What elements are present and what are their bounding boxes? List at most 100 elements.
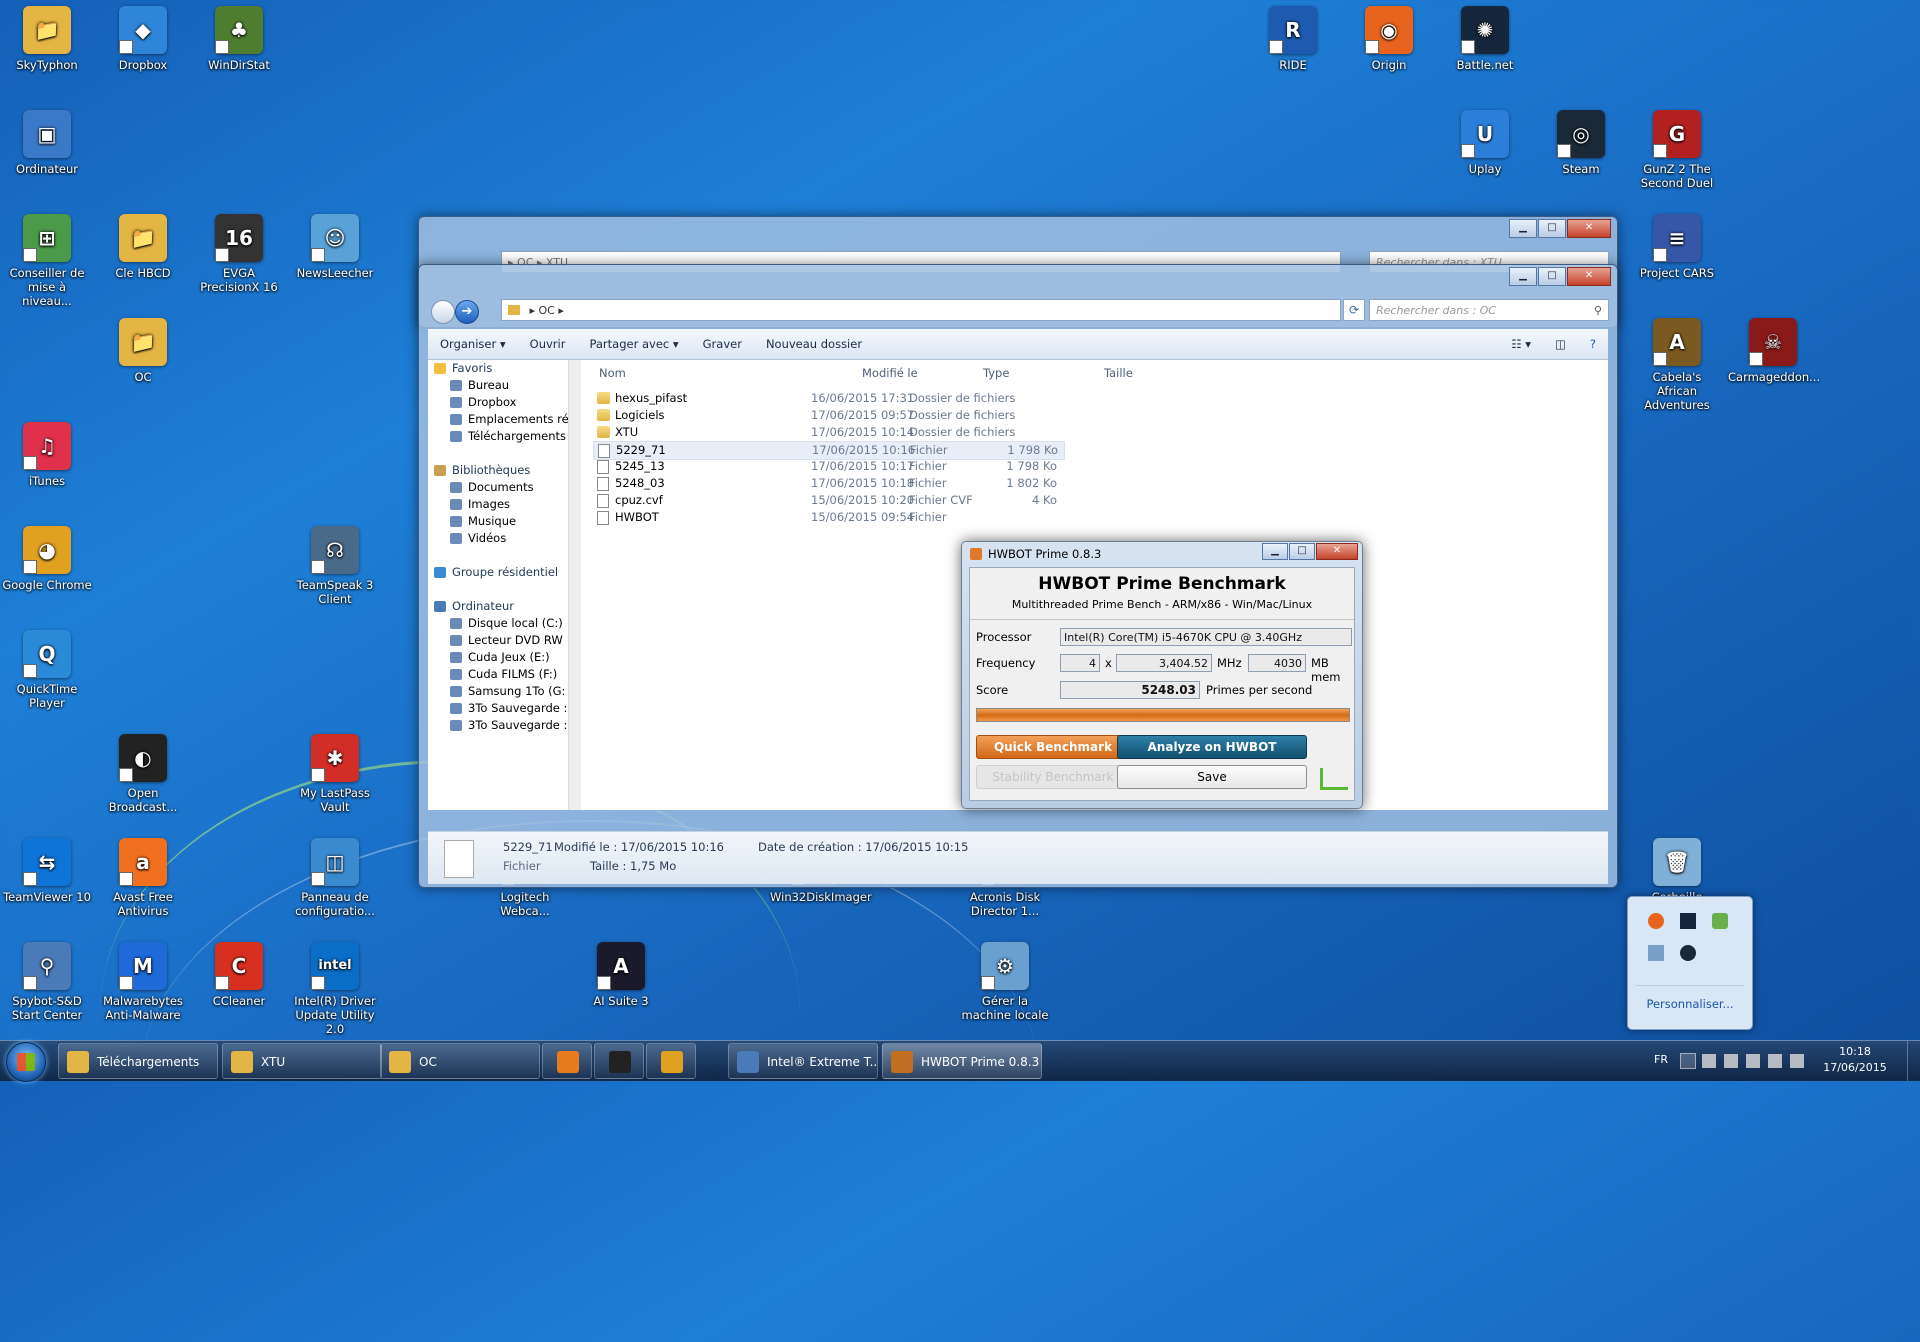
- maximize-button[interactable]: □: [1538, 219, 1566, 238]
- tray-icon-origin[interactable]: [1648, 913, 1664, 929]
- nav-item-images[interactable]: Images: [428, 496, 568, 513]
- forward-button[interactable]: ➔: [455, 300, 479, 324]
- tray-icon-network[interactable]: [1648, 945, 1664, 961]
- nav-item-lecteur-dvd-rw[interactable]: Lecteur DVD RW: [428, 632, 568, 649]
- file-row[interactable]: hexus_pifast 16/06/2015 17:31 Dossier de f…: [593, 390, 1063, 407]
- desktop-icon-origin[interactable]: ◉ Origin: [1344, 6, 1434, 72]
- nav-item-emplacements-r-[interactable]: Emplacements ré: [428, 411, 568, 428]
- desktop-icon-battle-net[interactable]: ✺ Battle.net: [1440, 6, 1530, 72]
- cores-field[interactable]: [1060, 654, 1100, 672]
- nav-scrollbar[interactable]: [568, 360, 581, 810]
- nav-item-biblioth-ques[interactable]: Bibliothèques: [428, 462, 568, 479]
- nav-item-disque-local-c-[interactable]: Disque local (C:): [428, 615, 568, 632]
- desktop-icon-my-lastpass-vault[interactable]: ✱ My LastPass Vault: [290, 734, 380, 814]
- back-button[interactable]: [431, 300, 455, 324]
- desktop-icon-skytyphon[interactable]: 📁 SkyTyphon: [2, 6, 92, 72]
- close-button[interactable]: ✕: [1316, 543, 1358, 560]
- desktop-icon-open-broadcast[interactable]: ◐ Open Broadcast...: [98, 734, 188, 814]
- desktop-icon-ai-suite-3[interactable]: A AI Suite 3: [576, 942, 666, 1008]
- file-row[interactable]: 5245_13 17/06/2015 10:17 Fichier 1 798 Ko: [593, 458, 1063, 475]
- desktop-icon-conseiller-de-mise-niveau[interactable]: ⊞ Conseiller de mise à niveau...: [2, 214, 92, 308]
- desktop-icon-avast-free-antivirus[interactable]: a Avast Free Antivirus: [98, 838, 188, 918]
- nav-item-vid-os[interactable]: Vidéos: [428, 530, 568, 547]
- nav-item-cuda-jeux-e-[interactable]: Cuda Jeux (E:): [428, 649, 568, 666]
- address-bar[interactable]: ▸ OC ▸: [501, 299, 1341, 321]
- desktop-icon-panneau-de-configuratio[interactable]: ◫ Panneau de configuratio...: [290, 838, 380, 918]
- clock-date[interactable]: 17/06/2015: [1810, 1061, 1900, 1074]
- processor-field[interactable]: [1060, 628, 1352, 646]
- tray-expand-icon[interactable]: [1680, 1053, 1696, 1069]
- file-row[interactable]: HWBOT 15/06/2015 09:54 Fichier: [593, 509, 1063, 526]
- desktop-icon-ride[interactable]: R RIDE: [1248, 6, 1338, 72]
- nav-item-cuda-films-f-[interactable]: Cuda FILMS (F:): [428, 666, 568, 683]
- desktop-icon-windirstat[interactable]: ♣ WinDirStat: [194, 6, 284, 72]
- open-button[interactable]: Ouvrir: [518, 337, 578, 351]
- nav-item-dropbox[interactable]: Dropbox: [428, 394, 568, 411]
- stability-benchmark-button[interactable]: Stability Benchmark: [976, 765, 1130, 789]
- taskbar-item-pinned-5[interactable]: [646, 1043, 696, 1079]
- breadcrumb-oc[interactable]: OC: [539, 304, 555, 317]
- desktop-icon-google-chrome[interactable]: ◕ Google Chrome: [2, 526, 92, 592]
- network-icon[interactable]: [1724, 1054, 1738, 1068]
- tray-icon-nvidia[interactable]: [1712, 913, 1728, 929]
- quick-benchmark-button[interactable]: Quick Benchmark: [976, 735, 1130, 759]
- column-type[interactable]: Type: [983, 360, 1009, 386]
- desktop-icon-g-rer-la-machine-locale[interactable]: ⚙ Gérer la machine locale: [960, 942, 1050, 1022]
- taskbar-item-t-l-chargements[interactable]: Téléchargements: [58, 1043, 218, 1079]
- nav-item-3to-sauvegarde-[interactable]: 3To Sauvegarde :: [428, 717, 568, 734]
- minimize-button[interactable]: ▁: [1509, 267, 1537, 286]
- language-indicator[interactable]: FR: [1654, 1053, 1668, 1066]
- desktop-icon-malwarebytes-anti-malware[interactable]: M Malwarebytes Anti-Malware: [98, 942, 188, 1022]
- maximize-button[interactable]: □: [1289, 543, 1315, 560]
- view-options-icon[interactable]: ☷ ▾: [1499, 337, 1543, 351]
- taskbar-item-intel-extreme-t[interactable]: Intel® Extreme T...: [728, 1043, 878, 1079]
- desktop-icon-ccleaner[interactable]: C CCleaner: [194, 942, 284, 1008]
- close-button[interactable]: ✕: [1567, 267, 1611, 286]
- clock-time[interactable]: 10:18: [1810, 1045, 1900, 1058]
- share-button[interactable]: Partager avec ▾: [577, 337, 690, 351]
- desktop-icon-teamspeak-3-client[interactable]: ☊ TeamSpeak 3 Client: [290, 526, 380, 606]
- minimize-button[interactable]: ▁: [1262, 543, 1288, 560]
- desktop-icon-uplay[interactable]: U Uplay: [1440, 110, 1530, 176]
- nav-item-samsung-1to-g-[interactable]: Samsung 1To (G:: [428, 683, 568, 700]
- burn-button[interactable]: Graver: [691, 337, 754, 351]
- nav-item-t-l-chargements[interactable]: Téléchargements: [428, 428, 568, 445]
- score-field[interactable]: [1060, 681, 1200, 699]
- customize-link[interactable]: Personnaliser...: [1628, 997, 1752, 1011]
- close-button[interactable]: ✕: [1567, 219, 1611, 238]
- display-icon[interactable]: [1746, 1054, 1760, 1068]
- nav-item-bureau[interactable]: Bureau: [428, 377, 568, 394]
- desktop-icon-intel-r-driver-update-utility-2-0[interactable]: intel Intel(R) Driver Update Utility 2.0: [290, 942, 380, 1036]
- hwbot-window[interactable]: HWBOT Prime 0.8.3 ▁ □ ✕ HWBOT Prime Benc…: [961, 541, 1363, 809]
- tray-icon-steam[interactable]: [1680, 945, 1696, 961]
- nav-item-favoris[interactable]: Favoris: [428, 360, 568, 377]
- maximize-button[interactable]: □: [1538, 267, 1566, 286]
- search-input[interactable]: Rechercher dans : OC ⚲: [1369, 299, 1609, 321]
- file-row[interactable]: XTU 17/06/2015 10:14 Dossier de fichiers: [593, 424, 1063, 441]
- new-folder-button[interactable]: Nouveau dossier: [754, 337, 874, 351]
- nav-item-ordinateur[interactable]: Ordinateur: [428, 598, 568, 615]
- desktop-icon-corbeille[interactable]: 🗑Corbeille: [1632, 838, 1722, 904]
- nav-item-musique[interactable]: Musique: [428, 513, 568, 530]
- desktop-icon-ordinateur[interactable]: ▣ Ordinateur: [2, 110, 92, 176]
- desktop-icon-carmageddon[interactable]: ☠ Carmageddon...: [1728, 318, 1820, 384]
- column-size[interactable]: Taille: [1104, 360, 1133, 386]
- preview-pane-icon[interactable]: ◫: [1543, 337, 1578, 351]
- desktop-icon-steam[interactable]: ◎ Steam: [1536, 110, 1626, 176]
- start-button[interactable]: [6, 1042, 46, 1082]
- desktop-icon-cabela-s-african-adventures[interactable]: A Cabela's African Adventures: [1632, 318, 1722, 412]
- file-row[interactable]: cpuz.cvf 15/06/2015 10:20 Fichier CVF 4 Ko: [593, 492, 1063, 509]
- mhz-field[interactable]: [1116, 654, 1212, 672]
- show-desktop-button[interactable]: [1907, 1041, 1920, 1081]
- desktop-icon-oc[interactable]: 📁 OC: [98, 318, 188, 384]
- column-modified[interactable]: Modifié le: [862, 360, 918, 386]
- desktop-icon-cle-hbcd[interactable]: 📁 Cle HBCD: [98, 214, 188, 280]
- desktop-icon-project-cars[interactable]: ≡ Project CARS: [1632, 214, 1722, 280]
- desktop-icon-evga-precisionx-16[interactable]: 16 EVGA PrecisionX 16: [194, 214, 284, 294]
- nav-item-groupe-r-sidentiel[interactable]: Groupe résidentiel: [428, 564, 568, 581]
- desktop-icon-quicktime-player[interactable]: Q QuickTime Player: [2, 630, 92, 710]
- refresh-button[interactable]: ⟳: [1343, 299, 1365, 321]
- analyze-on-hwbot-button[interactable]: Analyze on HWBOT: [1117, 735, 1307, 759]
- organise-button[interactable]: Organiser ▾: [428, 337, 518, 351]
- file-row[interactable]: 5248_03 17/06/2015 10:18 Fichier 1 802 Ko: [593, 475, 1063, 492]
